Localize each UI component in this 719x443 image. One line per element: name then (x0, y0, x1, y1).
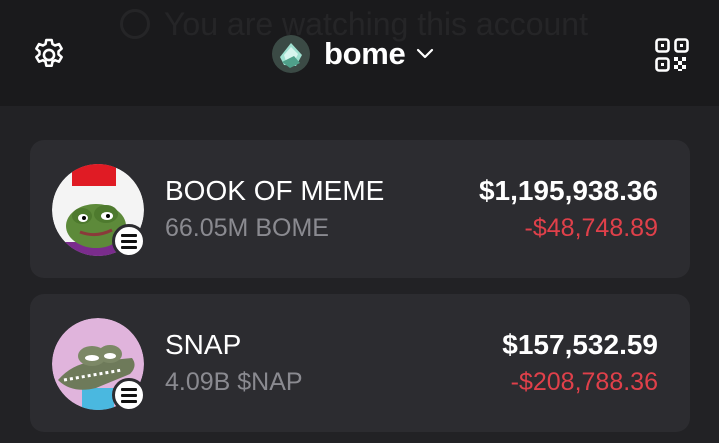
token-value: $157,532.59 (502, 329, 658, 360)
solana-icon (112, 224, 146, 258)
token-row-bome[interactable]: BOOK OF MEME 66.05M BOME $1,195,938.36 -… (30, 140, 690, 278)
token-amount: 4.09B $NAP (165, 368, 303, 396)
token-value: $1,195,938.36 (478, 175, 658, 206)
settings-button[interactable] (30, 36, 68, 74)
account-switcher[interactable]: bome (272, 32, 435, 76)
token-row-snap[interactable]: SNAP 4.09B $NAP $157,532.59 -$208,788.36 (30, 294, 690, 432)
account-name: bome (324, 36, 406, 71)
token-amount: 66.05M BOME (165, 214, 329, 242)
token-change: -$48,748.89 (524, 214, 658, 242)
chevron-down-icon (417, 48, 434, 59)
qr-code-icon (655, 38, 689, 72)
token-change: -$208,788.36 (510, 368, 658, 396)
top-bar: You are watching this account bome (0, 0, 719, 106)
account-avatar (272, 35, 310, 73)
token-name: BOOK OF MEME (165, 175, 385, 206)
token-name: SNAP (165, 329, 242, 360)
qr-code-button[interactable] (654, 37, 690, 73)
solana-icon (112, 378, 146, 412)
gear-icon (35, 38, 63, 68)
eye-icon (120, 9, 150, 39)
